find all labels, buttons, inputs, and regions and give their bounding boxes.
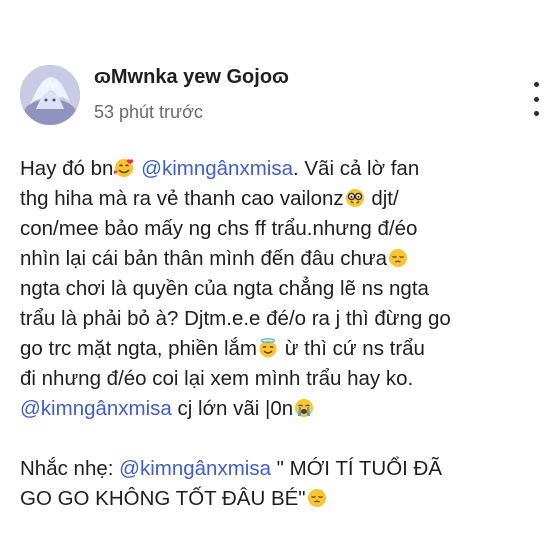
author-name[interactable]: ɷMwnka yew Gojoɷ <box>94 66 289 89</box>
text-segment: " MỚI TÍ TUỔI ĐÃ <box>270 457 443 480</box>
smiling-face-with-halo-icon <box>258 338 278 358</box>
mention-link[interactable]: @kimngânxmisa <box>119 457 271 480</box>
body-line-5: ngta chơi là quyền của ngta chẳng lẽ ns … <box>20 277 429 300</box>
text-segment: cj lớn vãi |0n <box>171 397 294 420</box>
text-segment: GO GO KHÔNG TỐT ĐÂU BÉ" <box>20 487 306 510</box>
text-segment: djt/ <box>365 187 399 210</box>
more-vertical-icon-dot-2 <box>533 96 539 102</box>
text-segment: ừ thì cứ ns trẩu <box>279 337 425 360</box>
text-segment: thg hiha mà ra vẻ thanh cao vailonz <box>20 187 344 210</box>
body-line-1: Hay đó bn @kimngânxmisa. Vãi cả lờ fan <box>20 154 545 184</box>
avatar[interactable] <box>20 65 80 125</box>
avatar-image <box>20 65 80 125</box>
more-vertical-icon <box>533 82 539 87</box>
mention-link[interactable]: @kimngânxmisa <box>141 157 293 180</box>
body-line-9: @kimngânxmisa cj lớn vãi |0n <box>20 394 545 424</box>
body-line-3: con/mee bảo mấy ng chs ff trẩu.nhưng đ/é… <box>20 217 418 240</box>
body-line-6: trẩu là phải bỏ à? Djtm.e.e đé/o ra j th… <box>20 307 451 330</box>
pensive-face-icon <box>307 488 327 508</box>
body-line-11: GO GO KHÔNG TỐT ĐÂU BÉ" <box>20 484 545 514</box>
body-line-10: Nhắc nhẹ: @kimngânxmisa " MỚI TÍ TUỔI ĐÃ <box>20 454 545 484</box>
post-time: 53 phút trước <box>94 102 203 122</box>
text-segment: Hay đó bn <box>20 157 114 180</box>
text-segment: go trc mặt ngta, phiền lắm <box>20 337 258 360</box>
comment-body: Hay đó bn @kimngânxmisa. Vãi cả lờ fan t… <box>20 154 545 514</box>
text-segment: . Vãi cả lờ fan <box>292 157 420 180</box>
more-options-button[interactable] <box>524 82 548 116</box>
comment-card: ɷMwnka yew Gojoɷ 53 phút trước Hay đó bn… <box>0 0 560 560</box>
mention-link[interactable]: @kimngânxmisa <box>20 397 172 420</box>
nerd-face-icon <box>345 188 365 208</box>
text-segment: Nhắc nhẹ: <box>20 457 120 480</box>
more-vertical-icon-dot-3 <box>533 111 539 116</box>
smiling-face-with-hearts-icon <box>114 158 134 178</box>
top-edge <box>0 0 560 24</box>
text-segment: nhìn lại cái bản thân mình đến đâu chưa <box>20 247 388 270</box>
pensive-face-icon <box>388 248 408 268</box>
body-line-2: thg hiha mà ra vẻ thanh cao vailonz djt/ <box>20 184 545 214</box>
body-line-7: go trc mặt ngta, phiền lắm ừ thì cứ ns t… <box>20 334 545 364</box>
body-line-4: nhìn lại cái bản thân mình đến đâu chưa <box>20 244 545 274</box>
loudly-crying-face-icon <box>294 398 314 418</box>
body-line-8: đi nhưng đ/éo coi lại xem mình trẩu hay … <box>20 367 414 390</box>
